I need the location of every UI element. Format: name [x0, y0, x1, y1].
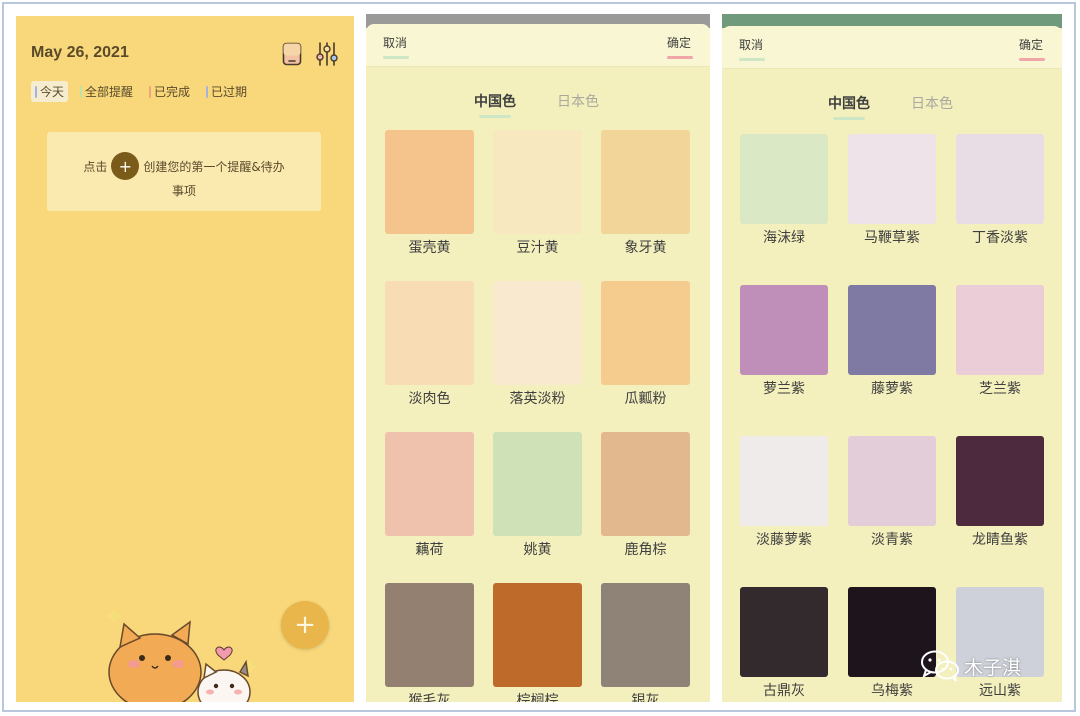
swatch-name: 海沫绿: [763, 230, 805, 246]
swatch-name: 龙睛鱼紫: [972, 532, 1028, 548]
filter-color-bar: [35, 85, 37, 98]
swatch-name: 姚黄: [523, 542, 552, 558]
filter-tab-1[interactable]: 全部提醒: [76, 81, 137, 102]
filter-label: 已完成: [154, 85, 191, 99]
color-picker-green-theme: 取消 确定 中国色 日本色 海沫绿 马鞭草紫 丁香淡紫 萝兰紫 藤萝紫 芝兰紫 淡藤萝紫 淡青…: [722, 14, 1062, 702]
swatch-name: 丁香淡紫: [972, 230, 1028, 246]
filter-tab-3[interactable]: 已过期: [202, 81, 251, 102]
swatch-name: 藕荷: [415, 542, 444, 558]
color-swatch[interactable]: [848, 134, 936, 224]
filter-tab-0[interactable]: 今天: [31, 81, 69, 102]
swatch-name: 乌梅紫: [871, 683, 913, 699]
color-swatch[interactable]: [848, 285, 936, 375]
swatch-name: 古鼎灰: [763, 683, 805, 699]
wechat-watermark: 木子淇: [920, 649, 1021, 683]
swatch-name: 猴毛灰: [408, 693, 451, 702]
swatch-name: 淡藤萝紫: [756, 532, 812, 548]
swatch-name: 银灰: [631, 693, 660, 702]
swatch-name: 淡青紫: [871, 532, 913, 548]
add-reminder-fab[interactable]: +: [281, 601, 329, 649]
color-picker-yellow-theme: 取消 确定 中国色 日本色 蛋壳黄 豆汁黄 象牙黄 淡肉色 落英淡粉 瓜瓤粉 藕荷 姚黄 鹿角棕…: [366, 14, 710, 702]
watermark-text: 木子淇: [964, 656, 1022, 679]
empty-hint-line1: 点击 + 创建您的第一个提醒&待办: [47, 152, 321, 180]
swatch-name: 瓜瓤粉: [624, 391, 667, 407]
color-swatch[interactable]: [493, 583, 582, 687]
filter-label: 全部提醒: [85, 85, 134, 99]
swatch-grid: 海沫绿 马鞭草紫 丁香淡紫萝兰紫 藤萝紫 芝兰紫淡藤萝紫 淡青紫 龙睛鱼紫古鼎灰 乌梅紫 远山紫: [722, 14, 1062, 702]
swatch-name: 藤萝紫: [871, 381, 913, 397]
swatch-name: 豆汁黄: [516, 240, 559, 256]
color-swatch[interactable]: [740, 134, 828, 224]
swatch-name: 马鞭草紫: [864, 230, 920, 246]
swatch-name: 远山紫: [979, 683, 1021, 699]
color-swatch[interactable]: [740, 587, 828, 677]
color-swatch[interactable]: [601, 432, 690, 536]
filter-color-bar: [206, 85, 209, 98]
date-title: May 26, 2021: [31, 44, 129, 61]
swatch-name: 鹿角棕: [624, 542, 667, 558]
color-swatch[interactable]: [601, 130, 690, 234]
color-swatch[interactable]: [956, 436, 1044, 526]
hint-text-before: 点击: [83, 159, 108, 174]
swatch-name: 棕榈棕: [516, 693, 559, 702]
swatch-name: 象牙黄: [624, 240, 667, 256]
filter-label: 今天: [40, 85, 65, 99]
color-swatch[interactable]: [493, 432, 582, 536]
hint-text-after: 创建您的第一个提醒&待办: [143, 159, 285, 174]
color-swatch[interactable]: [385, 432, 474, 536]
color-swatch[interactable]: [385, 583, 474, 687]
color-swatch[interactable]: [740, 285, 828, 375]
reminder-home-screen: May 26, 2021 今天 全部提醒 已完成 已过期 点击 + 创建您的第一个提醒…: [16, 16, 354, 702]
color-swatch[interactable]: [385, 281, 474, 385]
color-swatch[interactable]: [956, 285, 1044, 375]
swatch-name: 淡肉色: [408, 391, 451, 407]
color-swatch[interactable]: [493, 281, 582, 385]
color-swatch[interactable]: [385, 130, 474, 234]
color-swatch[interactable]: [740, 436, 828, 526]
filter-label: 已过期: [211, 85, 248, 99]
color-swatch[interactable]: [848, 436, 936, 526]
color-swatch[interactable]: [601, 281, 690, 385]
swatch-name: 落英淡粉: [509, 391, 566, 407]
color-swatch[interactable]: [493, 130, 582, 234]
swatch-grid: 蛋壳黄 豆汁黄 象牙黄淡肉色 落英淡粉 瓜瓤粉藕荷 姚黄 鹿角棕猴毛灰 棕榈棕 银灰: [366, 14, 710, 702]
swatch-name: 蛋壳黄: [408, 240, 451, 256]
wechat-icon: [921, 650, 959, 682]
empty-state-card: 点击 + 创建您的第一个提醒&待办 事项: [47, 132, 321, 211]
color-swatch[interactable]: [601, 583, 690, 687]
phone-theme-icon[interactable]: [282, 42, 302, 66]
filter-color-bar: [149, 85, 152, 98]
inline-add-button[interactable]: +: [111, 152, 140, 180]
empty-hint-line2: 事项: [171, 184, 196, 198]
settings-sliders-icon[interactable]: [316, 41, 338, 67]
color-swatch[interactable]: [956, 134, 1044, 224]
swatch-name: 芝兰紫: [979, 381, 1021, 397]
filter-tab-2[interactable]: 已完成: [145, 81, 194, 102]
filter-color-bar: [80, 85, 83, 98]
swatch-name: 萝兰紫: [763, 381, 805, 397]
cat-mascot-illustration: [106, 608, 257, 702]
filter-tabs: 今天 全部提醒 已完成 已过期: [31, 81, 251, 102]
